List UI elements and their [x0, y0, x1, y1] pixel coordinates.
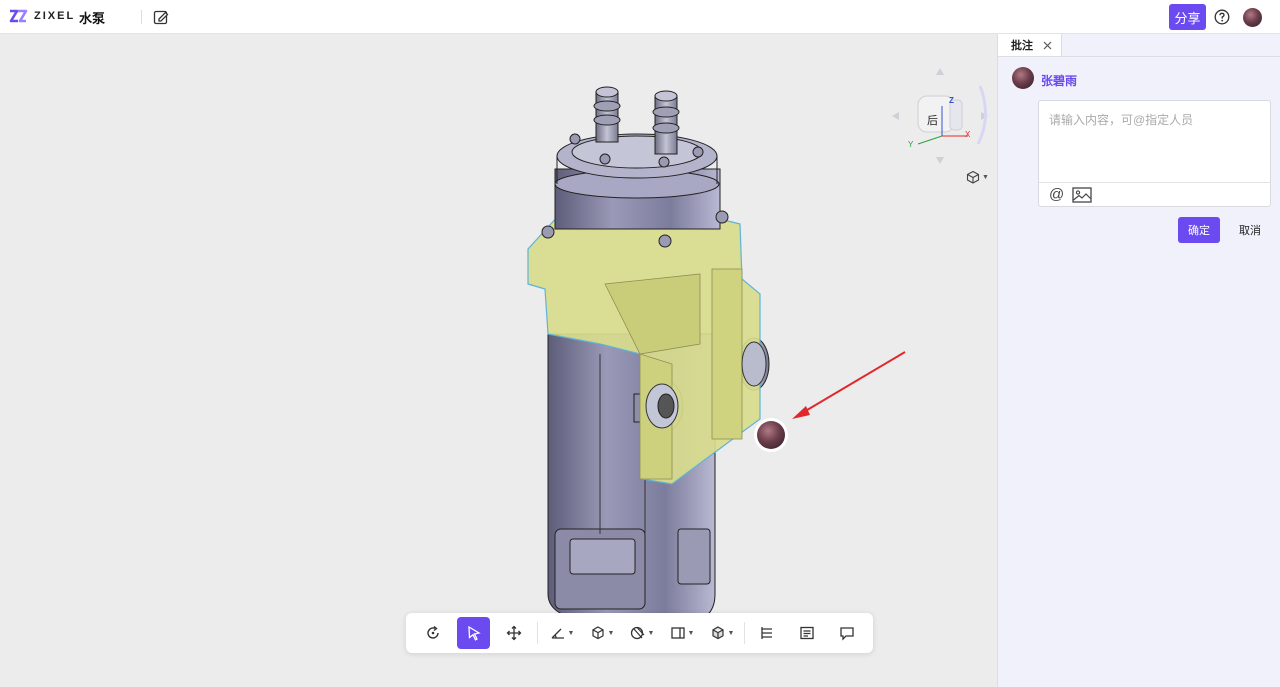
edit-icon[interactable]	[153, 9, 169, 30]
share-button[interactable]: 分享	[1169, 4, 1206, 30]
display-mode-icon	[711, 626, 724, 640]
annotation-arrow	[796, 351, 906, 417]
properties-tool-button[interactable]	[791, 617, 823, 649]
section-tool-button[interactable]: ▼	[626, 617, 658, 649]
display-mode-tool-button[interactable]: ▼	[706, 617, 738, 649]
move-icon	[506, 625, 522, 641]
properties-icon	[800, 626, 814, 640]
explode-icon	[591, 626, 604, 640]
comment-toolbar-divider	[1039, 182, 1270, 183]
document-title: 水泵	[79, 11, 106, 26]
image-icon[interactable]	[1072, 187, 1092, 203]
chevron-down-icon: ▼	[982, 173, 989, 181]
measure-tool-button[interactable]: ▼	[546, 617, 578, 649]
view-cube-face-label[interactable]: 后	[927, 112, 938, 128]
tab-annotation[interactable]: 批注	[998, 34, 1062, 56]
view-tool-button[interactable]: ▼	[666, 617, 698, 649]
explode-tool-button[interactable]: ▼	[586, 617, 618, 649]
cursor-icon	[467, 625, 481, 641]
rotate-tool-button[interactable]	[417, 617, 449, 649]
panel-tab-bar: 批注	[998, 34, 1280, 57]
rotate-icon	[427, 625, 439, 639]
toolbar-divider	[744, 622, 745, 644]
cancel-button[interactable]: 取消	[1229, 217, 1271, 243]
brand-text: ZIXEL	[34, 10, 76, 22]
annotation-panel: 批注 张碧雨 @ 确定 取消	[997, 34, 1280, 687]
chevron-down-icon: ▼	[607, 629, 615, 637]
comment-input[interactable]	[1049, 111, 1259, 171]
close-icon[interactable]	[1043, 41, 1052, 50]
top-bar: ZIXEL 水泵 分享	[0, 0, 1280, 34]
axis-x-label: X	[965, 130, 971, 139]
zixel-logo-icon	[9, 9, 28, 23]
logo[interactable]: ZIXEL	[8, 7, 75, 25]
view-panel-icon	[670, 627, 685, 639]
section-icon	[630, 626, 644, 640]
chevron-down-icon: ▼	[567, 629, 575, 637]
header-divider	[141, 10, 142, 24]
comment-editor: @	[1038, 100, 1271, 207]
toolbar-divider	[537, 622, 538, 644]
tree-icon	[761, 627, 772, 639]
axis-y-label: Y	[908, 140, 914, 149]
chevron-down-icon: ▼	[687, 629, 695, 637]
commenter-name: 张碧雨	[1041, 74, 1078, 88]
help-icon[interactable]	[1214, 9, 1230, 30]
mention-button[interactable]: @	[1049, 186, 1064, 203]
model-viewport[interactable]: 后 X Y Z ▼ ▼ ▼ ▼ ▼ ▼	[0, 34, 997, 687]
view-cube-menu[interactable]: ▼	[966, 170, 989, 184]
pump-model[interactable]	[0, 34, 997, 687]
user-avatar[interactable]	[1243, 8, 1262, 27]
bottom-toolbar: ▼ ▼ ▼ ▼ ▼	[406, 613, 873, 653]
chevron-down-icon: ▼	[647, 629, 655, 637]
cube-icon	[966, 170, 980, 184]
view-cube[interactable]: 后 X Y Z	[890, 66, 990, 166]
commenter-avatar	[1012, 67, 1034, 89]
tab-label: 批注	[1011, 40, 1033, 52]
structure-tree-tool-button[interactable]	[751, 617, 783, 649]
comment-tool-button[interactable]	[831, 617, 863, 649]
axis-z-label: Z	[949, 96, 954, 105]
measure-icon	[551, 628, 564, 639]
comment-icon	[840, 627, 854, 641]
pan-tool-button[interactable]	[498, 617, 530, 649]
confirm-button[interactable]: 确定	[1178, 217, 1220, 243]
select-tool-button[interactable]	[457, 617, 490, 649]
chevron-down-icon: ▼	[727, 629, 735, 637]
annotation-avatar-pin[interactable]	[757, 421, 785, 449]
